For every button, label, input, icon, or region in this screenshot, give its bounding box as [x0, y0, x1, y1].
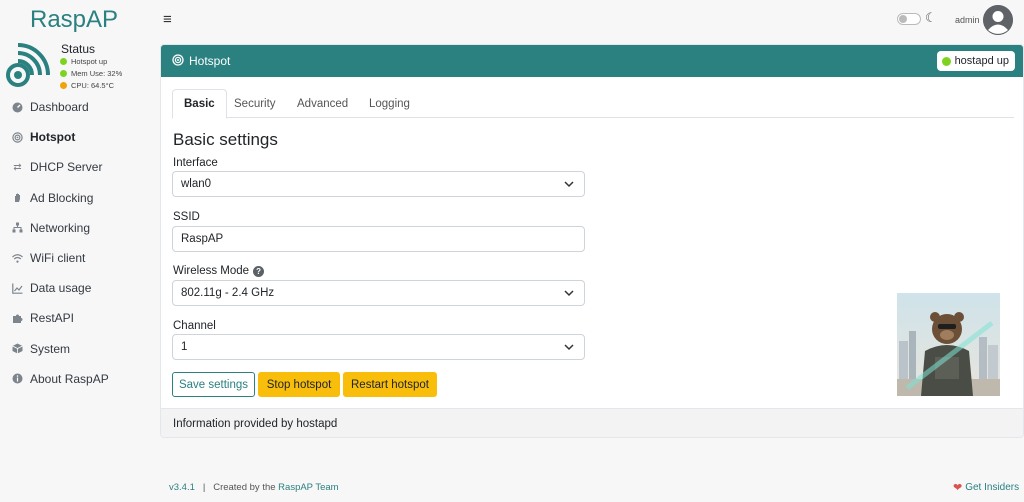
created-by-text: Created by the — [213, 482, 276, 493]
sidebar-item-dashboard[interactable]: Dashboard — [0, 92, 150, 122]
status-dot-icon — [60, 58, 67, 65]
moon-icon: ☾ — [925, 10, 937, 25]
interface-label: Interface — [173, 157, 218, 169]
menu-toggle-icon[interactable]: ≡ — [163, 11, 172, 28]
card-footer: Information provided by hostapd — [161, 408, 1023, 437]
sidebar-item-networking[interactable]: Networking — [0, 213, 150, 243]
chevron-down-icon — [564, 181, 574, 188]
puzzle-icon — [12, 313, 23, 324]
channel-label: Channel — [173, 320, 216, 332]
section-title: Basic settings — [173, 130, 278, 149]
sidebar-item-hotspot[interactable]: Hotspot — [0, 122, 150, 152]
toggle-knob — [899, 15, 907, 23]
cube-icon — [12, 343, 23, 354]
ssid-label: SSID — [173, 211, 200, 223]
exchange-icon: ⇄ — [13, 161, 22, 173]
hand-icon — [12, 192, 23, 203]
status-hotspot: Hotspot up — [60, 57, 107, 66]
status-cpu: CPU: 64.5°C — [60, 81, 114, 90]
user-name[interactable]: admin — [955, 15, 980, 25]
status-dot-icon — [941, 56, 951, 66]
tab-security[interactable]: Security — [234, 89, 276, 118]
brand-logo-text[interactable]: RaspAP — [30, 6, 118, 34]
theme-toggle[interactable] — [897, 13, 921, 25]
sidebar-item-ad-blocking[interactable]: Ad Blocking — [0, 183, 150, 213]
hotspot-icon — [172, 54, 184, 66]
status-title: Status — [61, 42, 96, 56]
card-title: Hotspot — [189, 54, 231, 68]
wireless-mode-select[interactable]: 802.11g - 2.4 GHz — [172, 280, 585, 306]
sidebar-item-about[interactable]: About RaspAP — [0, 364, 150, 394]
status-widget: Status Hotspot up Mem Use: 32% CPU: 64.5… — [4, 41, 150, 91]
hotspot-card: Hotspot hostapd up Basic Security Advanc… — [160, 44, 1024, 438]
interface-select[interactable]: wlan0 — [172, 171, 585, 197]
ssid-input[interactable]: RaspAP — [172, 226, 585, 252]
raspap-wifi-logo-icon — [6, 43, 50, 87]
chart-icon — [12, 283, 23, 294]
version-text: v3.4.1 — [169, 482, 195, 493]
sidebar: RaspAP Status Hotspot up Mem Use: 32% CP… — [0, 0, 150, 502]
tab-basic[interactable]: Basic — [172, 89, 227, 119]
tab-advanced[interactable]: Advanced — [297, 89, 348, 118]
status-dot-icon — [60, 82, 67, 89]
sponsor-bear-image — [897, 293, 1000, 396]
card-header: Hotspot hostapd up — [161, 45, 1023, 77]
page-footer: v3.4.1 | Created by the RaspAP Team — [169, 482, 339, 493]
save-settings-button[interactable]: Save settings — [172, 372, 255, 397]
status-mem: Mem Use: 32% — [60, 69, 122, 78]
channel-select[interactable]: 1 — [172, 334, 585, 360]
hotspot-icon — [12, 132, 23, 143]
sidebar-item-data-usage[interactable]: Data usage — [0, 273, 150, 303]
user-avatar-icon[interactable] — [983, 5, 1013, 35]
settings-tabs: Basic Security Advanced Logging — [172, 89, 1014, 119]
chevron-down-icon — [564, 290, 574, 297]
footer-separator: | — [202, 482, 206, 493]
status-dot-icon — [60, 70, 67, 77]
get-insiders-link[interactable]: ❤ Get Insiders — [953, 481, 1019, 494]
wireless-mode-label: Wireless Mode ? — [173, 265, 265, 277]
help-icon[interactable]: ? — [253, 265, 265, 277]
sidebar-item-system[interactable]: System — [0, 334, 150, 364]
sidebar-item-restapi[interactable]: RestAPI — [0, 303, 150, 333]
info-icon — [12, 373, 23, 384]
heart-icon: ❤ — [953, 482, 963, 494]
network-icon — [12, 222, 23, 233]
sidebar-nav: Dashboard Hotspot ⇄ DHCP Server Ad Block… — [0, 92, 150, 394]
restart-hotspot-button[interactable]: Restart hotspot — [343, 372, 437, 397]
sidebar-item-wifi-client[interactable]: WiFi client — [0, 243, 150, 273]
dashboard-icon — [12, 102, 23, 113]
raspap-team-link[interactable]: RaspAP Team — [278, 482, 338, 493]
hostapd-status-badge: hostapd up — [936, 51, 1015, 71]
chevron-down-icon — [564, 344, 574, 351]
stop-hotspot-button[interactable]: Stop hotspot — [258, 372, 340, 397]
wifi-icon — [12, 253, 23, 264]
sidebar-item-dhcp-server[interactable]: ⇄ DHCP Server — [0, 152, 150, 182]
tab-logging[interactable]: Logging — [369, 89, 410, 118]
